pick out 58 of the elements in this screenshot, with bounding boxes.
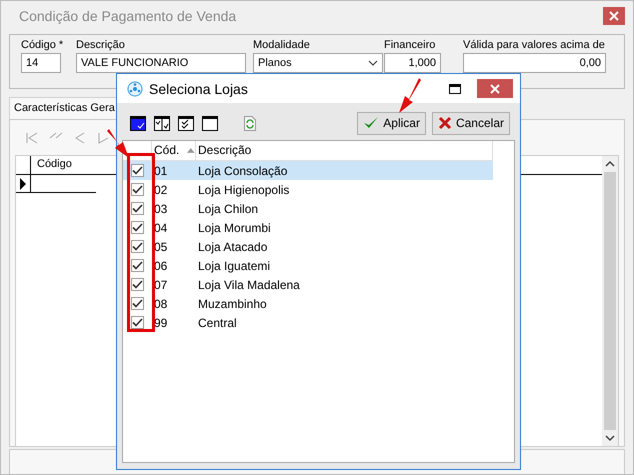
- column-header[interactable]: Descrição: [196, 141, 493, 160]
- close-icon: [609, 11, 619, 21]
- table-cell-text: Muzambinho: [197, 296, 268, 310]
- close-button[interactable]: [477, 79, 513, 98]
- chevron-down-icon[interactable]: [605, 434, 615, 442]
- sort-ascending-icon: [187, 148, 195, 153]
- checkbox[interactable]: [131, 183, 144, 196]
- close-button[interactable]: [603, 7, 625, 25]
- checkbox[interactable]: [131, 278, 144, 291]
- checkbox[interactable]: [131, 164, 144, 177]
- checklist-icon[interactable]: [178, 116, 194, 130]
- field-label: Válida para valores acima de: [463, 38, 605, 53]
- table-cell-text: Loja Chilon: [197, 202, 260, 216]
- table-cell-text: Loja Consolação: [197, 164, 288, 178]
- checkbox[interactable]: [131, 221, 144, 234]
- table-cell-text: Loja Higienopolis: [197, 182, 290, 196]
- row-pointer-icon: [20, 178, 26, 190]
- column-header[interactable]: Código: [31, 156, 78, 174]
- checkbox[interactable]: [131, 259, 144, 272]
- field-label: Código *: [21, 38, 64, 53]
- field-label: Financeiro: [384, 38, 436, 53]
- checkbox[interactable]: [131, 316, 144, 329]
- chevron-down-icon: [368, 60, 378, 66]
- table-cell-text: Central: [197, 316, 238, 330]
- chevron-up-icon[interactable]: [605, 160, 615, 168]
- arrow-drawing: [399, 78, 421, 113]
- table-cell-text: Loja Atacado: [197, 240, 268, 254]
- maximize-icon[interactable]: [449, 84, 461, 94]
- scrollbar[interactable]: [602, 156, 618, 446]
- cancel-button[interactable]: Cancelar: [432, 112, 510, 134]
- table-cell-text: Loja Vila Madalena: [197, 278, 301, 292]
- dialog-title: Seleciona Lojas: [149, 80, 249, 96]
- checklist-icon[interactable]: [154, 116, 170, 130]
- apply-button[interactable]: Aplicar: [357, 112, 426, 134]
- input-field[interactable]: 0,00: [463, 53, 606, 73]
- app-icon: [127, 80, 143, 96]
- checkbox[interactable]: [131, 240, 144, 253]
- refresh-icon[interactable]: [244, 116, 256, 130]
- table-row[interactable]: 99 Central: [123, 313, 493, 332]
- arrow-drawing: [107, 129, 129, 158]
- close-icon: [438, 116, 452, 130]
- input-field[interactable]: 14: [21, 53, 61, 73]
- window-title: Condição de Pagamento de Venda: [19, 8, 238, 24]
- dropdown[interactable]: Planos: [253, 53, 383, 73]
- field-label: Modalidade: [253, 38, 310, 53]
- input-field[interactable]: VALE FUNCIONARIO: [76, 53, 246, 73]
- close-icon: [490, 84, 500, 94]
- blank-list-icon[interactable]: [202, 116, 218, 130]
- table-cell-text: Loja Iguatemi: [197, 258, 272, 272]
- checkbox[interactable]: [131, 202, 144, 215]
- select-all-icon[interactable]: [130, 116, 146, 130]
- checkbox[interactable]: [131, 297, 144, 310]
- table-cell-text: 99: [153, 316, 168, 330]
- column-header[interactable]: Cód.: [152, 141, 196, 160]
- table-cell-text: Loja Morumbi: [197, 220, 272, 234]
- field-label: Descrição: [76, 38, 125, 53]
- check-icon: [363, 116, 380, 130]
- input-field[interactable]: 1,000: [384, 53, 441, 73]
